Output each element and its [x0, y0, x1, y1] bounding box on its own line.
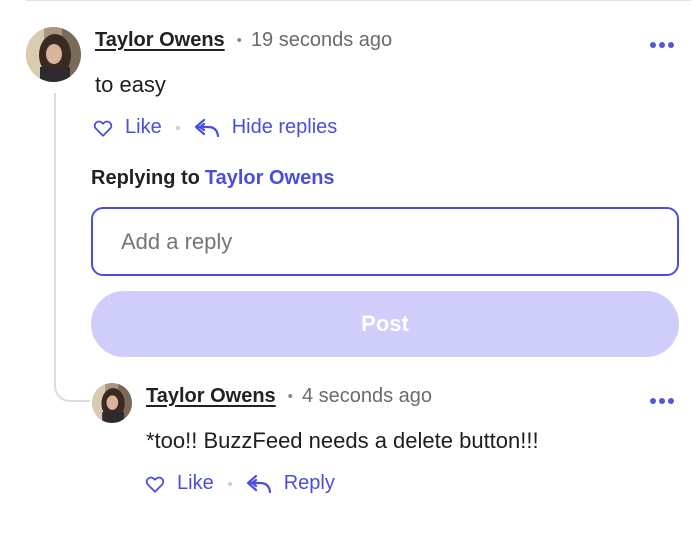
avatar[interactable] [26, 27, 81, 82]
replying-to-label: Replying to Taylor Owens [91, 167, 335, 190]
reply-author-link[interactable]: Taylor Owens [146, 385, 276, 408]
comment-author-link[interactable]: Taylor Owens [95, 29, 225, 52]
reply-body: *too!! BuzzFeed needs a delete button!!! [146, 428, 539, 453]
meta-separator: • [287, 388, 293, 405]
reply-arrow-icon [194, 118, 219, 137]
hide-replies-button[interactable]: Hide replies [194, 116, 338, 139]
like-button[interactable]: Like [93, 116, 162, 139]
action-separator [175, 125, 180, 130]
avatar-photo [26, 27, 81, 82]
like-label: Like [177, 472, 214, 494]
more-dots-icon[interactable] [650, 42, 674, 48]
heart-icon [93, 120, 113, 137]
reply-timestamp: 4 seconds ago [301, 385, 433, 407]
like-button[interactable]: Like [145, 472, 214, 495]
replying-prefix: Replying to [91, 167, 200, 189]
hide-replies-label: Hide replies [231, 116, 338, 138]
reply-avatar[interactable] [92, 383, 132, 423]
avatar-photo [92, 383, 132, 423]
meta-separator: • [236, 32, 242, 49]
comment-body: to easy [95, 72, 166, 97]
post-button[interactable]: Post [91, 291, 679, 357]
thread-connector-line [54, 93, 90, 402]
reply-arrow-icon [246, 474, 271, 493]
comment-timestamp: 19 seconds ago [250, 29, 393, 51]
reply-input[interactable] [91, 207, 679, 276]
reply-label: Reply [283, 472, 335, 494]
action-separator [227, 481, 232, 486]
top-divider [26, 0, 692, 1]
heart-icon [145, 476, 165, 493]
replying-target-link[interactable]: Taylor Owens [205, 167, 335, 189]
more-dots-icon[interactable] [650, 398, 674, 404]
like-label: Like [125, 116, 162, 138]
reply-button[interactable]: Reply [246, 472, 335, 495]
